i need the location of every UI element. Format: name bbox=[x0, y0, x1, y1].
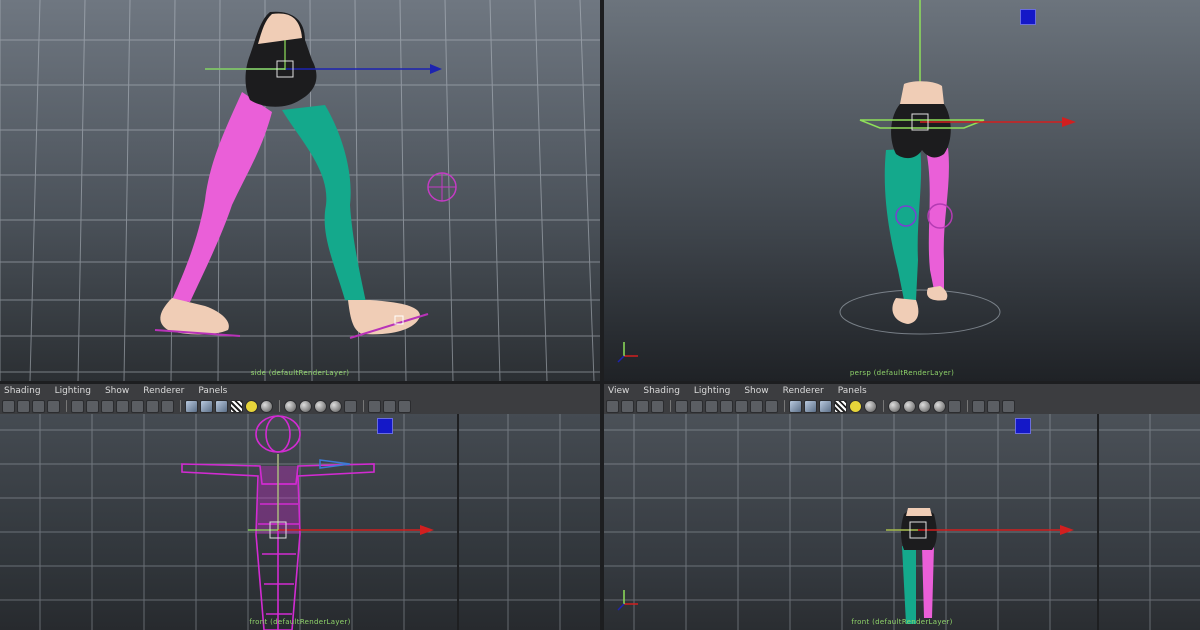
film-gate-icon[interactable] bbox=[86, 399, 99, 413]
menu-view[interactable]: View bbox=[608, 386, 629, 396]
viewport-label: side (defaultRenderLayer) bbox=[250, 369, 350, 377]
torso-skin bbox=[900, 81, 944, 104]
viewport-front[interactable]: front (defaultRenderLayer) bbox=[604, 414, 1200, 630]
xray-joints-icon[interactable] bbox=[299, 399, 312, 413]
shadows-icon[interactable] bbox=[864, 399, 877, 413]
axis-blue-arrow bbox=[430, 64, 442, 74]
two-d-pan-icon[interactable] bbox=[1002, 399, 1015, 413]
viewport-label: front (defaultRenderLayer) bbox=[249, 618, 351, 626]
wireframe-on-shaded-icon[interactable] bbox=[819, 399, 832, 413]
grid-icon[interactable] bbox=[675, 399, 688, 413]
viewport-persp[interactable]: persp (defaultRenderLayer) bbox=[604, 0, 1200, 381]
ground-ellipse bbox=[839, 289, 1001, 335]
pink-leg bbox=[922, 546, 934, 618]
teal-leg bbox=[884, 148, 922, 300]
resolution-gate-icon[interactable] bbox=[705, 399, 718, 413]
ambient-occlusion-icon[interactable] bbox=[329, 399, 342, 413]
safe-title-icon[interactable] bbox=[161, 399, 174, 413]
viewport-front-scene bbox=[0, 414, 600, 630]
menu-show[interactable]: Show bbox=[105, 386, 129, 396]
safe-action-icon[interactable] bbox=[750, 399, 763, 413]
teal-leg bbox=[282, 105, 366, 302]
backface-culling-icon[interactable] bbox=[918, 399, 931, 413]
safe-title-icon[interactable] bbox=[765, 399, 778, 413]
pan-zoom-icon[interactable] bbox=[368, 399, 381, 413]
two-d-pan-icon[interactable] bbox=[398, 399, 411, 413]
smooth-shade-icon[interactable] bbox=[200, 399, 213, 413]
viewport-label: persp (defaultRenderLayer) bbox=[849, 369, 955, 377]
image-plane-icon[interactable] bbox=[47, 399, 60, 413]
safe-action-icon[interactable] bbox=[146, 399, 159, 413]
bookmark-icon[interactable] bbox=[636, 399, 649, 413]
resolution-gate-icon[interactable] bbox=[101, 399, 114, 413]
wireframe-icon[interactable] bbox=[789, 399, 802, 413]
isolate-select-icon[interactable] bbox=[948, 399, 961, 413]
viewport-label: front (defaultRenderLayer) bbox=[851, 618, 953, 626]
viewport-persp-scene bbox=[617, 0, 1076, 363]
field-chart-icon[interactable] bbox=[131, 399, 144, 413]
camera-attributes-icon[interactable] bbox=[17, 399, 30, 413]
panel-menu-left: Shading Lighting Show Renderer Panels bbox=[0, 384, 600, 398]
view-cube-icon[interactable] bbox=[1015, 418, 1031, 434]
xray-icon[interactable] bbox=[888, 399, 901, 413]
image-plane-icon[interactable] bbox=[651, 399, 664, 413]
textured-icon[interactable] bbox=[834, 399, 847, 413]
menu-renderer[interactable]: Renderer bbox=[783, 386, 824, 396]
bookmark-icon[interactable] bbox=[32, 399, 45, 413]
menu-shading[interactable]: Shading bbox=[4, 386, 41, 396]
menu-shading[interactable]: Shading bbox=[643, 386, 680, 396]
menu-panels[interactable]: Panels bbox=[838, 386, 867, 396]
view-axis-icon bbox=[617, 342, 638, 363]
textured-icon[interactable] bbox=[230, 399, 243, 413]
use-all-lights-icon[interactable] bbox=[245, 399, 258, 413]
shorts bbox=[891, 99, 951, 159]
select-camera-icon[interactable] bbox=[606, 399, 619, 413]
camera-attributes-icon[interactable] bbox=[621, 399, 634, 413]
grid-icon[interactable] bbox=[71, 399, 84, 413]
viewport-side-scene bbox=[0, 0, 600, 381]
panel-toolbar-left bbox=[0, 398, 600, 414]
menu-lighting[interactable]: Lighting bbox=[55, 386, 91, 396]
backface-culling-icon[interactable] bbox=[314, 399, 327, 413]
viewport-side[interactable]: side (defaultRenderLayer) bbox=[0, 0, 600, 381]
panel-bar-left: Shading Lighting Show Renderer Panels bbox=[0, 384, 600, 414]
right-foot bbox=[348, 300, 420, 335]
teal-leg bbox=[902, 546, 916, 624]
wireframe-icon[interactable] bbox=[185, 399, 198, 413]
use-all-lights-icon[interactable] bbox=[849, 399, 862, 413]
viewport-front-scene-right bbox=[604, 414, 1200, 630]
menu-show[interactable]: Show bbox=[744, 386, 768, 396]
ambient-occlusion-icon[interactable] bbox=[933, 399, 946, 413]
pan-zoom-icon[interactable] bbox=[972, 399, 985, 413]
menu-renderer[interactable]: Renderer bbox=[143, 386, 184, 396]
pink-leg bbox=[926, 148, 949, 290]
xray-joints-icon[interactable] bbox=[903, 399, 916, 413]
panel-toolbar-right bbox=[604, 398, 1200, 414]
menu-lighting[interactable]: Lighting bbox=[694, 386, 730, 396]
smooth-shade-icon[interactable] bbox=[804, 399, 817, 413]
pink-leg bbox=[172, 92, 272, 302]
view-cube-icon[interactable] bbox=[1020, 9, 1036, 25]
film-gate-icon[interactable] bbox=[690, 399, 703, 413]
shadows-icon[interactable] bbox=[260, 399, 273, 413]
right-foot bbox=[926, 286, 948, 301]
gate-mask-icon[interactable] bbox=[720, 399, 733, 413]
wireframe-on-shaded-icon[interactable] bbox=[215, 399, 228, 413]
select-camera-icon[interactable] bbox=[2, 399, 15, 413]
gate-mask-icon[interactable] bbox=[116, 399, 129, 413]
menu-panels[interactable]: Panels bbox=[198, 386, 227, 396]
panel-bar-right: View Shading Lighting Show Renderer Pane… bbox=[604, 384, 1200, 414]
left-foot bbox=[892, 298, 919, 324]
view-cube-icon[interactable] bbox=[377, 418, 393, 434]
panel-menu-right: View Shading Lighting Show Renderer Pane… bbox=[604, 384, 1200, 398]
grease-pencil-icon[interactable] bbox=[987, 399, 1000, 413]
xray-icon[interactable] bbox=[284, 399, 297, 413]
field-chart-icon[interactable] bbox=[735, 399, 748, 413]
grease-pencil-icon[interactable] bbox=[383, 399, 396, 413]
viewport-front-wireframe[interactable]: front (defaultRenderLayer) bbox=[0, 414, 600, 630]
isolate-select-icon[interactable] bbox=[344, 399, 357, 413]
